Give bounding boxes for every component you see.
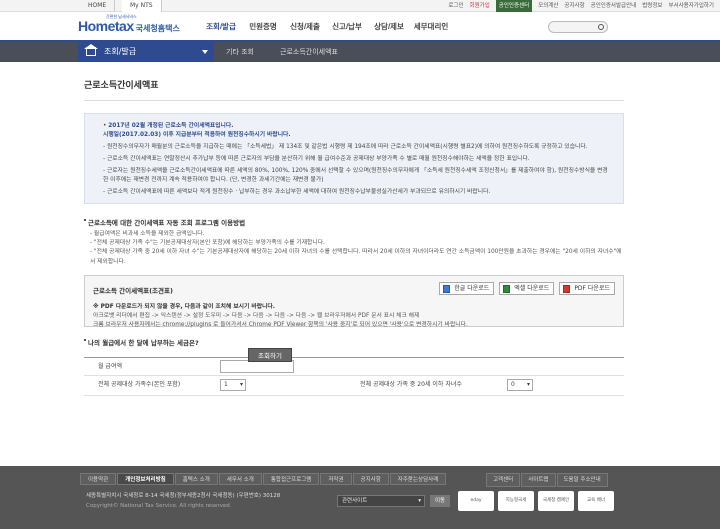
menu-apply-submit[interactable]: 신청/제출 bbox=[284, 12, 326, 42]
main-content: 근로소득간이세액표 • 2017년 02월 개정된 근로소득 간이세액표입니다.… bbox=[84, 64, 624, 396]
banner-logo[interactable]: 교육 배너 bbox=[578, 491, 614, 511]
notice-box: • 2017년 02월 개정된 근로소득 간이세액표입니다. 시행일(2017.… bbox=[84, 113, 624, 204]
family-row: 전체 공제대상 가족수(본인 포함) 1 전체 공제대상 가족 중 20세 이하… bbox=[84, 376, 624, 396]
chevron-down-icon bbox=[202, 50, 208, 54]
home-tab[interactable]: HOME bbox=[80, 0, 116, 12]
section-usage-title: 근로소득에 대한 간이세액표 자동 조회 프로그램 이용방법 bbox=[84, 217, 624, 227]
pdf-file-icon bbox=[563, 284, 571, 293]
hwp-file-icon bbox=[443, 284, 451, 293]
tax-calc-form: 월 급여액 전체 공제대상 가족수(본인 포함) 1 전체 공제대상 가족 중 … bbox=[84, 356, 624, 396]
section-calc-title: 나의 월급에서 한 달에 납부하는 세금은? bbox=[84, 337, 624, 347]
logo-tagline: 간편한 납세서비스 bbox=[106, 14, 137, 19]
notice-bullet: - 근로소득 간이세액표는 연말정산시 추가납부 등에 따른 근로자의 부담을 … bbox=[103, 155, 530, 162]
children-count-label: 전체 공제대상 가족 중 20세 이하 자녀수 bbox=[360, 380, 462, 388]
lnb-current-label: 조회/발급 bbox=[104, 47, 137, 56]
list-item: - 월급여액은 비과세 소득을 제외한 금액입니다. bbox=[90, 230, 205, 237]
related-site-select[interactable]: 관련사이트 bbox=[337, 495, 425, 507]
breadcrumb-current[interactable]: 근로소득간이세액표 bbox=[274, 42, 338, 62]
family-count-select[interactable]: 1 bbox=[220, 378, 246, 391]
excel-download-button[interactable]: 엑셀 다운로드 bbox=[499, 281, 555, 295]
footer-link-faq[interactable]: 자주묻는상담사례 bbox=[389, 473, 447, 485]
top-links: 로그인 회원가입 공인인증센터 모의계산 공지사항 공인인증서발급안내 법령정보… bbox=[448, 0, 714, 12]
footer-banners: eday 지능형국세 국세청 캠페인 교육 배너 bbox=[458, 491, 614, 511]
main-menu: 조회/발급 민원증명 신청/제출 신고/납부 상담/제보 세무대리인 bbox=[200, 12, 452, 42]
notice-link[interactable]: 공지사항 bbox=[564, 0, 584, 12]
hometax-logo[interactable]: 간편한 납세서비스 Hometax 국세청홈택스 bbox=[78, 14, 180, 34]
footer-link-privacy[interactable]: 개인정보처리방침 bbox=[117, 473, 174, 485]
usage-list: - 월급여액은 비과세 소득을 제외한 금액입니다. - "전체 공제대상 가족… bbox=[84, 230, 624, 267]
logo-main-text: Hometax bbox=[78, 18, 134, 34]
download-buttons: 한글 다운로드 엑셀 다운로드 PDF 다운로드 bbox=[439, 281, 615, 295]
footer-copyright: Copyright© National Tax Service. All rig… bbox=[86, 502, 232, 509]
login-link[interactable]: 로그인 bbox=[448, 0, 463, 12]
footer: 이용약관 개인정보처리방침 홈택스 소개 세무서 소개 통합접근프로그램 저작권… bbox=[0, 466, 720, 529]
footer-link-copyright[interactable]: 저작권 bbox=[320, 473, 352, 485]
footer-link-about[interactable]: 홈택스 소개 bbox=[174, 473, 218, 485]
footer-link-notice[interactable]: 공지사항 bbox=[352, 473, 389, 485]
mock-calc-link[interactable]: 모의계산 bbox=[538, 0, 558, 12]
footer-link-access-program[interactable]: 통합접근프로그램 bbox=[262, 473, 320, 485]
search-icon[interactable] bbox=[598, 24, 604, 30]
page-title: 근로소득간이세액표 bbox=[84, 64, 624, 101]
lnb-current-menu[interactable]: 조회/발급 bbox=[78, 42, 214, 62]
notice-bullet: - 근로자는 원천징수세액을 근로소득간이세액표에 따른 세액의 80%, 10… bbox=[103, 167, 608, 183]
banner-logo[interactable]: eday bbox=[458, 491, 494, 511]
notice-bullet: - 원천징수의무자가 매월분의 근로소득을 지급하는 때에는 「소득세법」 제 … bbox=[103, 143, 588, 150]
menu-civil-cert[interactable]: 민원증명 bbox=[242, 12, 284, 42]
banner-logo[interactable]: 지능형국세 bbox=[498, 491, 534, 511]
hwp-download-button[interactable]: 한글 다운로드 bbox=[439, 281, 495, 295]
signup-link[interactable]: 회원가입 bbox=[470, 0, 490, 12]
family-count-label: 전체 공제대상 가족수(본인 포함) bbox=[98, 380, 181, 388]
footer-link-help[interactable]: 도움말 주소안내 bbox=[556, 473, 608, 487]
list-item: - "전체 공제대상 가족 중 20세 이하 자녀 수"는 기본공제대상자에 해… bbox=[90, 249, 622, 265]
notice-lead: 2017년 02월 개정된 근로소득 간이세액표입니다. bbox=[108, 123, 234, 129]
cert-center-link[interactable]: 공인인증센터 bbox=[495, 0, 533, 12]
search-input[interactable] bbox=[548, 21, 608, 33]
menu-tax-agent[interactable]: 세무대리인 bbox=[410, 12, 452, 42]
menu-consult[interactable]: 상담/제보 bbox=[368, 12, 410, 42]
notice-date: 시행일(2017.02.03) 이후 지급분부터 적용하여 원천징수하시기 바랍… bbox=[103, 131, 291, 138]
law-info-link[interactable]: 법령정보 bbox=[642, 0, 662, 12]
notice-bullet: - 근로소득 간이세액표에 따른 세액보다 적게 원천징수 · 납부하는 경우 … bbox=[103, 188, 491, 195]
children-count-select[interactable]: 0 bbox=[507, 378, 533, 391]
mynts-tab[interactable]: My NTS bbox=[122, 0, 162, 12]
banner-logo[interactable]: 국세청 캠페인 bbox=[538, 491, 574, 511]
logo-sub-text: 국세청홈택스 bbox=[135, 24, 180, 33]
footer-nav: 이용약관 개인정보처리방침 홈택스 소개 세무서 소개 통합접근프로그램 저작권… bbox=[80, 473, 447, 485]
top-utility-bar: HOME My NTS 로그인 회원가입 공인인증센터 모의계산 공지사항 공인… bbox=[0, 0, 720, 12]
dept-signup-link[interactable]: 부서사용자가입하기 bbox=[668, 0, 714, 12]
menu-report-pay[interactable]: 신고/납부 bbox=[326, 12, 368, 42]
footer-right-nav: 고객센터 사이트맵 도움말 주소안내 bbox=[486, 473, 608, 487]
monthly-salary-row: 월 급여액 bbox=[84, 358, 624, 376]
pdf-download-button[interactable]: PDF 다운로드 bbox=[559, 281, 615, 295]
footer-link-terms[interactable]: 이용약관 bbox=[80, 473, 117, 485]
footer-link-customer-center[interactable]: 고객센터 bbox=[486, 473, 521, 487]
global-nav: 간편한 납세서비스 Hometax 국세청홈택스 조회/발급 민원증명 신청/제… bbox=[0, 12, 720, 42]
excel-file-icon bbox=[503, 284, 511, 293]
menu-lookup-issue[interactable]: 조회/발급 bbox=[200, 12, 242, 42]
footer-link-sitemap[interactable]: 사이트맵 bbox=[521, 473, 556, 487]
pdf-help-note: ※ PDF 다운로드가 되지 않을 경우, 다음과 같이 조치해 보시기 바랍니… bbox=[93, 303, 468, 328]
footer-link-offices[interactable]: 세무서 소개 bbox=[218, 473, 262, 485]
breadcrumb: 조회/발급 기타 조회 근로소득간이세액표 bbox=[0, 42, 720, 62]
footer-address: 세종특별자치시 국세청로 8-14 국세청(정부세종2청사 국세청동) (우편번… bbox=[86, 492, 280, 512]
breadcrumb-other-lookup[interactable]: 기타 조회 bbox=[220, 42, 266, 62]
related-site-go-button[interactable]: 이동 bbox=[430, 495, 450, 507]
calculate-button[interactable]: 조회하기 bbox=[248, 348, 292, 362]
list-item: - "전체 공제대상 가족 수"는 기본공제대상자(본인 포함)에 해당하는 부… bbox=[90, 240, 325, 247]
cert-guide-link[interactable]: 공인인증서발급안내 bbox=[591, 0, 637, 12]
monthly-salary-label: 월 급여액 bbox=[98, 362, 122, 370]
download-panel: 근로소득 간이세액표(조견표) 한글 다운로드 엑셀 다운로드 PDF 다운로드… bbox=[84, 274, 624, 328]
